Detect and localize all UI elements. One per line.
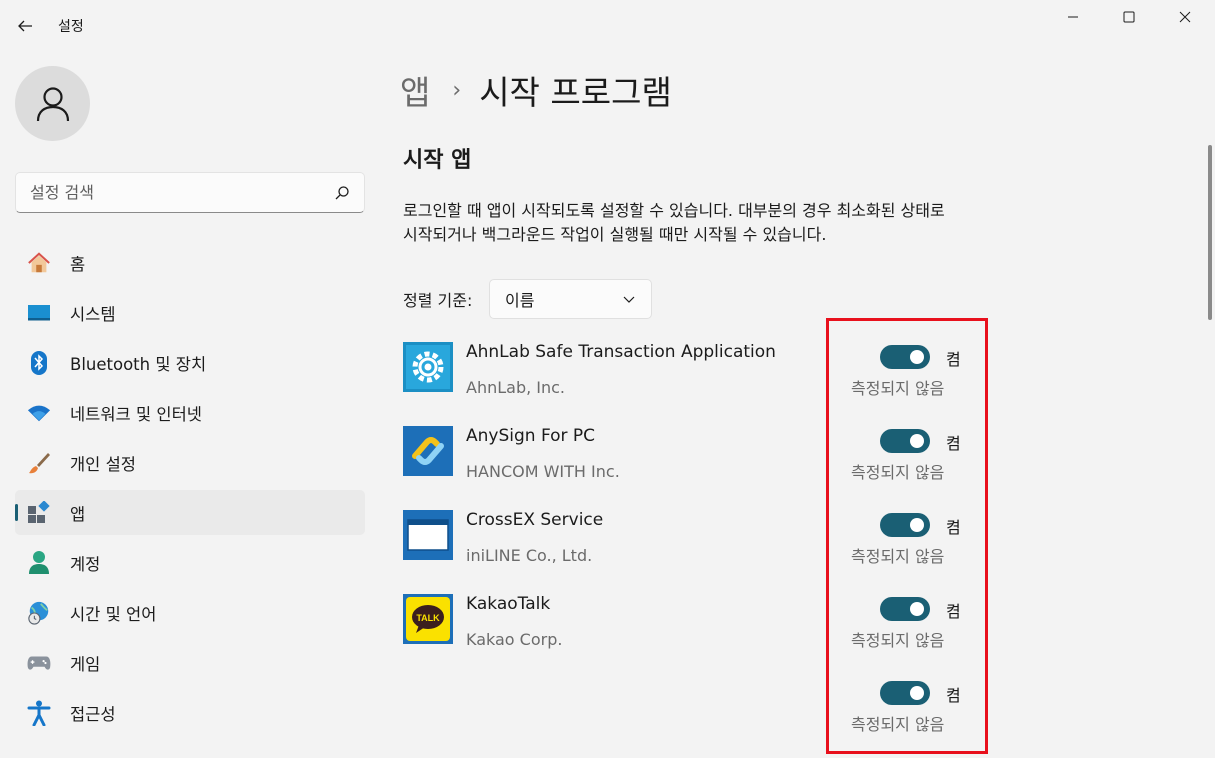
toggle-state-label: 켬 <box>946 434 961 453</box>
sidebar-item-apps[interactable]: 앱 <box>15 490 365 535</box>
app-name: AnySign For PC <box>466 426 596 446</box>
maximize-icon <box>1123 11 1135 23</box>
breadcrumb: 앱 › 시작 프로그램 <box>400 66 672 114</box>
user-avatar[interactable] <box>15 66 90 141</box>
toggle-state-label: 켬 <box>946 602 961 621</box>
search-input[interactable] <box>16 173 326 212</box>
sidebar-item-accessibility[interactable]: 접근성 <box>15 690 365 735</box>
app-name: KakaoTalk <box>466 594 551 614</box>
chevron-down-icon <box>623 296 635 303</box>
startup-toggle-group: 켬 측정되지 않음 <box>840 681 980 741</box>
close-button[interactable] <box>1160 0 1210 34</box>
startup-impact: 측정되지 않음 <box>851 631 945 650</box>
account-icon <box>27 551 51 575</box>
toggle-state-label: 켬 <box>946 350 961 369</box>
back-arrow-icon <box>18 20 32 32</box>
maximize-button[interactable] <box>1104 0 1154 34</box>
toggle-state-label: 켬 <box>946 686 961 705</box>
wifi-icon <box>27 401 51 425</box>
system-icon <box>27 301 51 325</box>
startup-toggle-group: 켬 측정되지 않음 <box>840 597 980 657</box>
close-icon <box>1179 11 1191 23</box>
sort-dropdown[interactable]: 이름 <box>489 279 652 319</box>
title-bar: 설정 <box>0 0 1215 48</box>
globe-clock-icon <box>27 601 51 625</box>
sidebar-item-label: 접근성 <box>70 704 116 724</box>
startup-toggle-group: 켬 측정되지 않음 <box>840 429 980 489</box>
minimize-icon <box>1068 16 1078 18</box>
kakaotalk-app-icon: TALK <box>403 594 453 644</box>
sidebar-item-accounts[interactable]: 계정 <box>15 540 365 585</box>
startup-toggle-group: 켬 측정되지 않음 <box>840 513 980 573</box>
startup-impact: 측정되지 않음 <box>851 379 945 398</box>
sidebar-item-label: 시스템 <box>70 304 116 324</box>
startup-impact: 측정되지 않음 <box>851 547 945 566</box>
ahnlab-app-icon <box>403 342 453 392</box>
sidebar-item-gaming[interactable]: 게임 <box>15 640 365 685</box>
user-icon <box>36 86 69 121</box>
bluetooth-icon <box>27 351 51 375</box>
scrollbar-thumb[interactable] <box>1208 145 1212 320</box>
page-title: 시작 프로그램 <box>479 73 672 112</box>
startup-toggle-switch[interactable] <box>880 429 930 453</box>
gamepad-icon <box>27 651 51 675</box>
back-button[interactable] <box>10 11 40 41</box>
anysign-app-icon <box>403 426 453 476</box>
sidebar-item-label: 홈 <box>70 254 86 274</box>
startup-toggle-switch[interactable] <box>880 345 930 369</box>
sidebar-item-bluetooth[interactable]: Bluetooth 및 장치 <box>15 340 365 385</box>
sidebar-item-label: 시간 및 언어 <box>70 604 157 624</box>
app-publisher: Kakao Corp. <box>466 630 563 649</box>
sidebar-item-label: 네트워크 및 인터넷 <box>70 404 202 424</box>
sort-selected-value: 이름 <box>505 291 535 310</box>
sidebar-item-label: 게임 <box>70 654 101 674</box>
section-title: 시작 앱 <box>403 148 472 173</box>
startup-toggle-switch[interactable] <box>880 597 930 621</box>
sidebar-item-label: Bluetooth 및 장치 <box>70 354 207 374</box>
sidebar-item-label: 개인 설정 <box>70 454 136 474</box>
startup-impact: 측정되지 않음 <box>851 463 945 482</box>
app-name: CrossEX Service <box>466 510 604 530</box>
search-icon[interactable] <box>334 185 350 201</box>
startup-toggle-switch[interactable] <box>880 681 930 705</box>
sidebar-item-system[interactable]: 시스템 <box>15 290 365 335</box>
breadcrumb-separator: › <box>452 77 462 103</box>
sidebar-item-time-language[interactable]: 시간 및 언어 <box>15 590 365 635</box>
sidebar-item-network[interactable]: 네트워크 및 인터넷 <box>15 390 365 435</box>
app-publisher: AhnLab, Inc. <box>466 378 566 397</box>
accessibility-icon <box>27 700 51 726</box>
apps-icon <box>27 501 51 525</box>
sidebar-item-home[interactable]: 홈 <box>15 240 365 285</box>
minimize-button[interactable] <box>1048 0 1098 34</box>
startup-impact: 측정되지 않음 <box>851 715 945 734</box>
app-publisher: iniLINE Co., Ltd. <box>466 546 593 565</box>
search-box <box>15 172 365 213</box>
home-icon <box>27 251 51 275</box>
crossex-app-icon <box>403 510 453 560</box>
startup-toggle-switch[interactable] <box>880 513 930 537</box>
sidebar-item-personalization[interactable]: 개인 설정 <box>15 440 365 485</box>
sidebar-item-label: 계정 <box>70 554 101 574</box>
sidebar-item-label: 앱 <box>70 504 86 524</box>
app-name: AhnLab Safe Transaction Application <box>466 342 776 362</box>
sidebar-nav: 홈 시스템 Bluetooth 및 장치 네트워크 및 인터넷 개인 설정 앱 <box>15 240 365 740</box>
app-title: 설정 <box>58 19 84 35</box>
sort-label: 정렬 기준: <box>403 291 473 310</box>
toggle-state-label: 켬 <box>946 518 961 537</box>
brush-icon <box>27 451 51 475</box>
kakaotalk-icon-text: TALK <box>416 613 440 623</box>
breadcrumb-parent[interactable]: 앱 <box>400 66 430 114</box>
section-description: 로그인할 때 앱이 시작되도록 설정할 수 있습니다. 대부분의 경우 최소화된… <box>403 201 945 244</box>
app-publisher: HANCOM WITH Inc. <box>466 462 620 481</box>
startup-toggle-group: 켬 측정되지 않음 <box>840 345 980 405</box>
